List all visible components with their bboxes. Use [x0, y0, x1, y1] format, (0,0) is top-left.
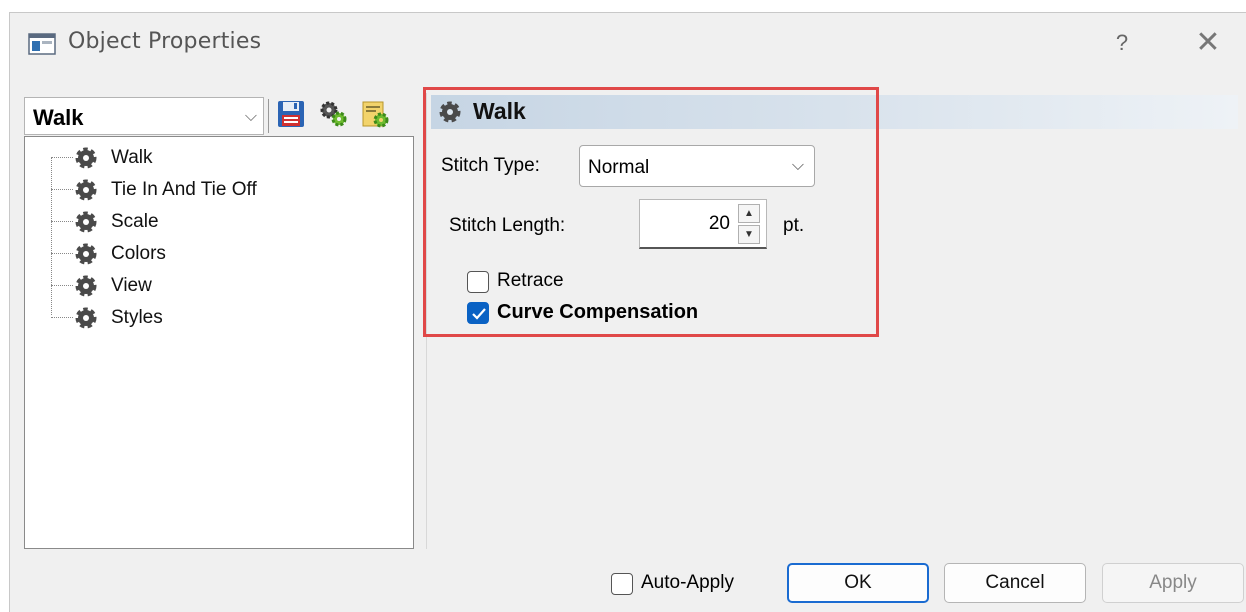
window-title: Object Properties [68, 29, 262, 54]
object-properties-dialog: Object Properties ? ✕ Walk ⌵ Walk Tie In… [9, 12, 1246, 612]
retrace-label: Retrace [497, 270, 564, 291]
auto-apply-label: Auto-Apply [641, 572, 734, 593]
app-window-icon [28, 33, 56, 55]
stitch-length-spinner: ▲ ▼ [738, 204, 762, 244]
properties-panel: Walk Stitch Type: Normal ⌵ Stitch Length… [426, 93, 1240, 549]
stitch-length-label: Stitch Length: [449, 215, 566, 236]
tree-item-colors[interactable]: Colors [51, 239, 381, 269]
auto-apply-checkbox[interactable]: Auto-Apply [611, 571, 771, 597]
object-type-dropdown[interactable]: Walk ⌵ [24, 97, 264, 135]
tree-item-label: Tie In And Tie Off [111, 179, 257, 200]
help-button[interactable]: ? [1102, 25, 1142, 61]
object-type-value: Walk [33, 105, 84, 130]
tree-item-view[interactable]: View [51, 271, 381, 301]
cancel-button[interactable]: Cancel [944, 563, 1086, 603]
save-icon[interactable] [276, 99, 306, 129]
curve-compensation-checkbox-box[interactable] [467, 302, 489, 324]
gear-icon [75, 179, 97, 201]
auto-apply-checkbox-box[interactable] [611, 573, 633, 595]
tree-item-label: Styles [111, 307, 163, 328]
chevron-down-icon: ⌵ [791, 157, 804, 174]
chevron-down-icon: ⌵ [244, 108, 257, 125]
retrace-checkbox-box[interactable] [467, 271, 489, 293]
gear-icon [75, 243, 97, 265]
tree-item-label: Colors [111, 243, 166, 264]
properties-header-title: Walk [473, 98, 526, 124]
gear-icon [75, 211, 97, 233]
stitch-type-value: Normal [588, 157, 650, 178]
tree-item-scale[interactable]: Scale [51, 207, 381, 237]
ok-button[interactable]: OK [787, 563, 929, 603]
gear-icon [75, 275, 97, 297]
tree-item-label: View [111, 275, 152, 296]
title-bar[interactable]: Object Properties ? ✕ [10, 13, 1246, 77]
toolbar-separator [268, 99, 269, 133]
curve-compensation-label: Curve Compensation [497, 301, 699, 323]
curve-compensation-checkbox[interactable]: Curve Compensation [467, 300, 767, 326]
gear-icon [75, 147, 97, 169]
apply-button[interactable]: Apply [1102, 563, 1244, 603]
settings-document-icon[interactable] [360, 99, 390, 129]
stitch-length-value: 20 [708, 213, 730, 234]
stitch-length-input[interactable]: 20 ▲ ▼ [639, 199, 767, 249]
checkmark-icon [472, 308, 486, 320]
tree-item-tie-in-and-tie-off[interactable]: Tie In And Tie Off [51, 175, 381, 205]
properties-header: Walk [431, 95, 1238, 129]
tree-item-label: Scale [111, 211, 159, 232]
tree-item-styles[interactable]: Styles [51, 303, 381, 333]
spin-down-button[interactable]: ▼ [738, 225, 760, 244]
object-tree[interactable]: Walk Tie In And Tie Off Scale Colors Vie… [24, 136, 414, 549]
stitch-type-label: Stitch Type: [441, 155, 540, 176]
gears-settings-icon[interactable] [318, 99, 348, 129]
stitch-type-dropdown[interactable]: Normal ⌵ [579, 145, 815, 187]
stitch-length-unit: pt. [783, 215, 805, 236]
tree-item-walk[interactable]: Walk [51, 143, 381, 173]
spin-up-button[interactable]: ▲ [738, 204, 760, 223]
gear-icon [75, 307, 97, 329]
retrace-checkbox[interactable]: Retrace [467, 269, 667, 295]
tree-item-label: Walk [111, 147, 153, 168]
close-button[interactable]: ✕ [1186, 25, 1230, 61]
gear-icon [439, 101, 461, 123]
